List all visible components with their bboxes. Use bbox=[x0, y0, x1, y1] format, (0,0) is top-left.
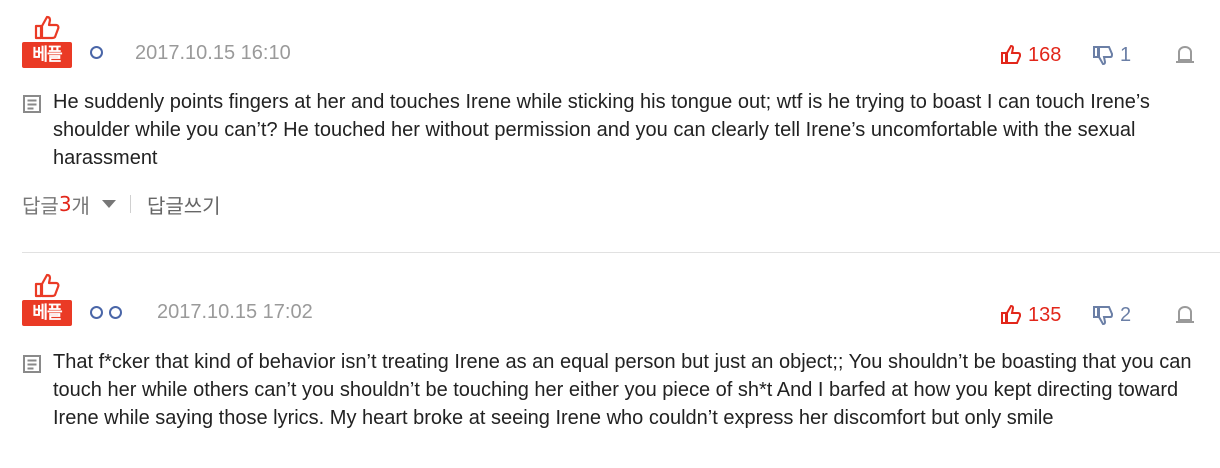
comment-date: 2017.10.15 16:10 bbox=[135, 42, 291, 64]
comment-date: 2017.10.15 17:02 bbox=[157, 301, 313, 323]
like-button[interactable]: 135 bbox=[1000, 300, 1061, 330]
comment-item: 베플 2017.10.15 17:02 135 2 That f*cker th… bbox=[0, 266, 1220, 468]
memo-icon bbox=[23, 95, 41, 113]
dislike-icon bbox=[1093, 46, 1114, 66]
dislike-button[interactable]: 1 bbox=[1092, 40, 1131, 70]
thumbs-up-icon bbox=[1001, 304, 1022, 324]
user-level-dot-icon bbox=[109, 305, 122, 319]
write-reply-button[interactable]: 답글쓰기 bbox=[147, 190, 221, 219]
best-label: 베플 bbox=[22, 42, 72, 68]
reply-unit: 개 bbox=[71, 193, 90, 218]
like-button[interactable]: 168 bbox=[1000, 40, 1061, 70]
user-level-dot-icon bbox=[90, 305, 103, 319]
best-comment-badge: 베플 bbox=[22, 14, 72, 68]
comment-item: 베플 2017.10.15 16:10 168 1 He suddenly po… bbox=[0, 0, 1220, 250]
dislike-count: 2 bbox=[1120, 304, 1132, 326]
thumbs-up-icon bbox=[34, 273, 60, 298]
dislike-icon bbox=[1093, 306, 1114, 326]
like-count: 168 bbox=[1028, 44, 1062, 66]
best-comment-badge: 베플 bbox=[22, 272, 72, 326]
report-icon[interactable] bbox=[1174, 44, 1196, 66]
comment-text: That f*cker that kind of behavior isn’t … bbox=[53, 351, 1192, 429]
separator bbox=[129, 195, 131, 213]
reply-bar: 답글 3 개 답글쓰기 bbox=[22, 190, 221, 218]
comment-text: He suddenly points fingers at her and to… bbox=[53, 91, 1150, 169]
dislike-count: 1 bbox=[1120, 44, 1132, 66]
user-level-dot-icon bbox=[90, 45, 103, 59]
vote-group: 135 2 bbox=[1000, 300, 1220, 330]
vote-group: 168 1 bbox=[1000, 40, 1220, 70]
best-label: 베플 bbox=[22, 300, 72, 326]
thumbs-up-icon bbox=[1001, 44, 1022, 64]
memo-icon bbox=[23, 355, 41, 373]
report-icon[interactable] bbox=[1174, 304, 1196, 326]
comment-divider bbox=[22, 252, 1220, 253]
dislike-button[interactable]: 2 bbox=[1092, 300, 1131, 330]
reply-label: 답글 bbox=[22, 193, 59, 218]
replies-toggle[interactable]: 답글 3 개 bbox=[22, 190, 116, 219]
caret-down-icon bbox=[101, 200, 116, 208]
thumbs-up-icon bbox=[34, 15, 60, 40]
like-count: 135 bbox=[1028, 304, 1062, 326]
reply-count: 3 bbox=[58, 192, 72, 216]
user-level bbox=[90, 300, 122, 324]
user-level bbox=[90, 40, 103, 64]
